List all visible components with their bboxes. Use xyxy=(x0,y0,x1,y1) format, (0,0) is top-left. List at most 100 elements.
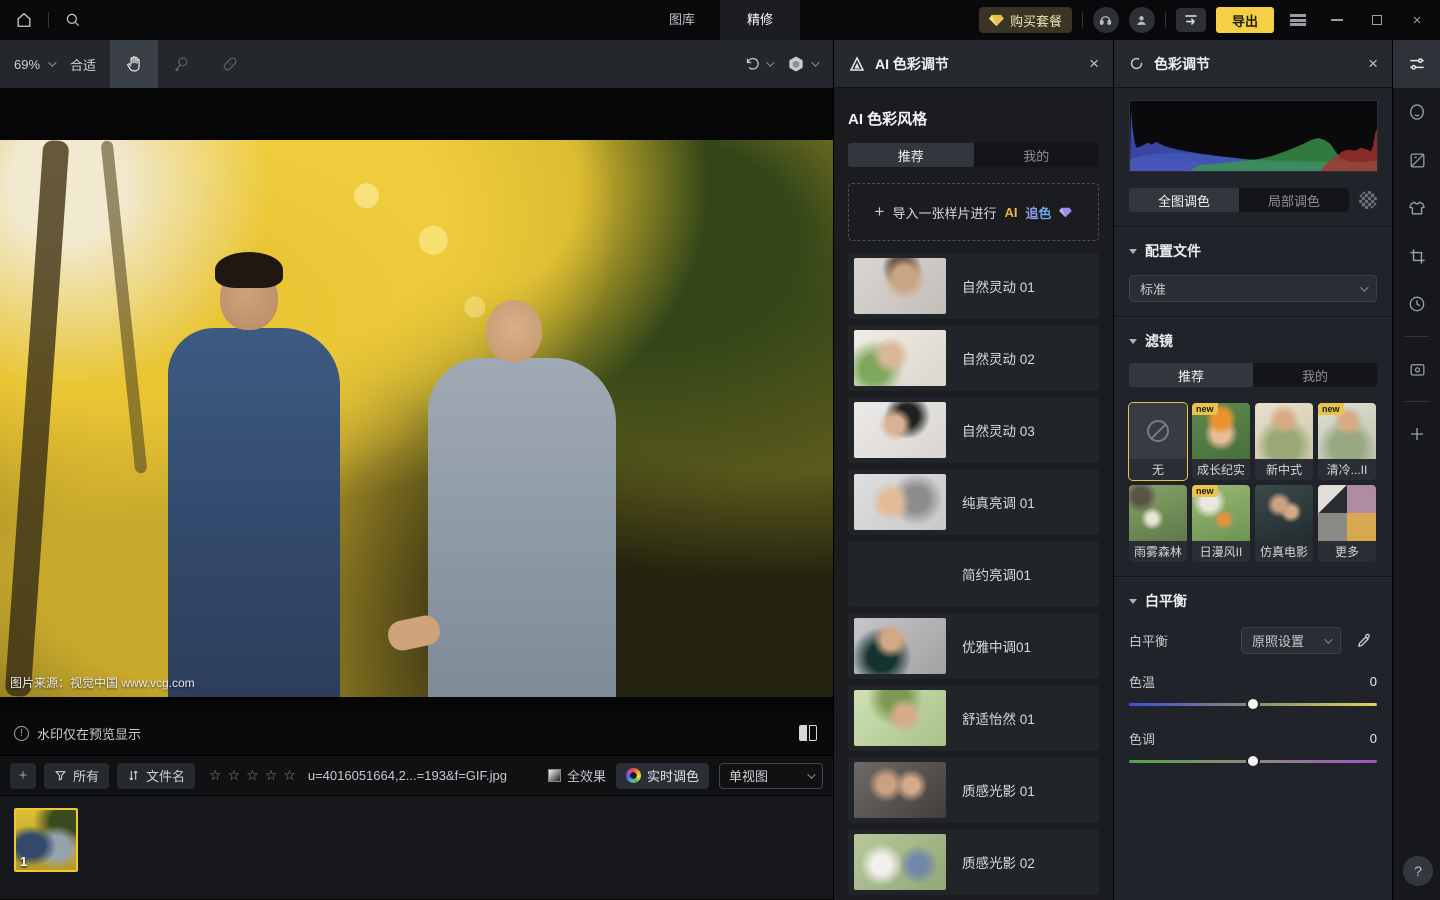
ai-panel-close-button[interactable]: × xyxy=(1089,54,1099,74)
close-button[interactable]: × xyxy=(1402,6,1432,34)
tab-filter-mine[interactable]: 我的 xyxy=(1253,363,1377,387)
filter-item-fangzhen-dianying[interactable]: 仿真电影 xyxy=(1255,485,1313,562)
filter-section: 滤镜 推荐 我的 无 new 成长纪实 xyxy=(1114,317,1392,576)
sidebar-crop-button[interactable] xyxy=(1393,232,1440,280)
temperature-slider[interactable] xyxy=(1129,697,1377,711)
filmstrip-thumbnail-selected[interactable]: 1 xyxy=(14,808,78,872)
star-icon[interactable]: ☆ xyxy=(265,767,278,784)
app-window: 图库 精修 购买套餐 导出 × xyxy=(0,0,1440,900)
profile-section-header[interactable]: 配置文件 xyxy=(1129,241,1377,261)
star-icon[interactable]: ☆ xyxy=(283,767,296,784)
tab-local-color[interactable]: 局部调色 xyxy=(1239,188,1349,212)
style-thumbnail xyxy=(854,834,946,890)
style-item-jianyue-liangdiao-01[interactable]: 简约亮调01 xyxy=(848,541,1099,607)
minimize-button[interactable] xyxy=(1322,6,1352,34)
sidebar-add-button[interactable] xyxy=(1393,410,1440,458)
tab-filter-recommended[interactable]: 推荐 xyxy=(1129,363,1253,387)
tab-global-color[interactable]: 全图调色 xyxy=(1129,188,1239,212)
style-item-chunzhen-liangdiao-01[interactable]: 纯真亮调 01 xyxy=(848,469,1099,535)
tab-edit[interactable]: 精修 xyxy=(720,0,800,40)
patch-tool-button[interactable] xyxy=(206,40,254,88)
style-item-ziran-lingdong-03[interactable]: 自然灵动 03 xyxy=(848,397,1099,463)
view-mode-select[interactable]: 单视图 xyxy=(719,763,823,789)
compare-left-icon xyxy=(799,725,807,741)
filter-all-label: 所有 xyxy=(73,766,99,785)
account-button[interactable] xyxy=(1129,7,1155,33)
sort-by-filename-button[interactable]: 文件名 xyxy=(117,763,195,789)
sidebar-divider xyxy=(1405,401,1429,402)
style-item-zhigan-guangying-01[interactable]: 质感光影 01 xyxy=(848,757,1099,823)
eyedropper-button[interactable] xyxy=(1351,628,1377,654)
filter-item-more[interactable]: 更多 xyxy=(1318,485,1376,562)
style-item-zhigan-guangying-02[interactable]: 质感光影 02 xyxy=(848,829,1099,895)
minimize-icon xyxy=(1331,19,1343,21)
tint-knob[interactable] xyxy=(1246,754,1260,768)
arrow-right-icon xyxy=(1183,13,1199,27)
temperature-knob[interactable] xyxy=(1246,697,1260,711)
menu-button[interactable] xyxy=(1284,6,1312,34)
sidebar-history-button[interactable] xyxy=(1393,280,1440,328)
full-effect-toggle[interactable]: 全效果 xyxy=(548,766,606,785)
white-balance-select[interactable]: 原照设置 xyxy=(1241,627,1341,654)
local-adjust-tool-button[interactable] xyxy=(158,40,206,88)
share-export-button[interactable] xyxy=(1176,8,1206,32)
filter-item-none[interactable]: 无 xyxy=(1129,403,1187,480)
style-item-shushi-yiran-01[interactable]: 舒适怡然 01 xyxy=(848,685,1099,751)
export-button[interactable]: 导出 xyxy=(1216,7,1274,33)
fit-button[interactable]: 合适 xyxy=(70,55,96,74)
headset-icon xyxy=(1098,13,1113,28)
filter-item-qingleng-ii[interactable]: new 清冷...II xyxy=(1318,403,1376,480)
home-button[interactable] xyxy=(10,6,38,34)
filter-item-yuwu-senlin[interactable]: 雨雾森林 xyxy=(1129,485,1187,562)
white-balance-section-header[interactable]: 白平衡 xyxy=(1129,591,1377,611)
full-effect-icon xyxy=(548,769,561,782)
sidebar-watermark-button[interactable] xyxy=(1393,345,1440,393)
style-item-ziran-lingdong-02[interactable]: 自然灵动 02 xyxy=(848,325,1099,391)
maximize-button[interactable] xyxy=(1362,6,1392,34)
color-panel-close-button[interactable]: × xyxy=(1368,54,1378,74)
photo-preview: 图片来源：视觉中国 www.vcg.com xyxy=(0,140,833,697)
style-item-youya-zhongdiao-01[interactable]: 优雅中调01 xyxy=(848,613,1099,679)
filter-all-button[interactable]: 所有 xyxy=(44,763,109,789)
tab-gallery[interactable]: 图库 xyxy=(652,0,712,40)
search-button[interactable] xyxy=(59,6,87,34)
style-item-ziran-lingdong-01[interactable]: 自然灵动 01 xyxy=(848,253,1099,319)
tab-recommended[interactable]: 推荐 xyxy=(848,143,974,167)
star-icon[interactable]: ☆ xyxy=(246,767,259,784)
sidebar-clothing-button[interactable] xyxy=(1393,184,1440,232)
preview-3d-button[interactable] xyxy=(786,54,817,74)
filter-section-header[interactable]: 滤镜 xyxy=(1129,331,1377,351)
canvas[interactable]: 图片来源：视觉中国 www.vcg.com ! 水印仅在预览显示 xyxy=(0,88,833,755)
support-button[interactable] xyxy=(1093,7,1119,33)
style-thumbnail xyxy=(854,762,946,818)
filter-thumbnail xyxy=(1318,485,1376,541)
zoom-level-value[interactable]: 69% xyxy=(14,57,40,72)
sidebar-adjustments-button[interactable] xyxy=(1393,40,1440,88)
filter-label: 仿真电影 xyxy=(1255,541,1313,562)
realtime-color-toggle[interactable]: 实时调色 xyxy=(616,763,709,789)
sidebar-portrait-button[interactable] xyxy=(1393,88,1440,136)
titlebar-divider xyxy=(48,12,49,28)
add-photo-button[interactable]: + xyxy=(10,763,36,789)
undo-button[interactable] xyxy=(743,55,772,73)
sphere-preview-icon[interactable] xyxy=(1359,191,1377,209)
filter-item-rimanfeng-ii[interactable]: new 日漫风II xyxy=(1192,485,1250,562)
color-panel-header: 色彩调节 × xyxy=(1114,40,1392,88)
compare-view-button[interactable] xyxy=(799,725,819,741)
star-icon[interactable]: ☆ xyxy=(228,767,241,784)
import-sample-button[interactable]: + 导入一张样片进行AI追色 xyxy=(848,183,1099,241)
filter-item-chengzhang-jishi[interactable]: new 成长纪实 xyxy=(1192,403,1250,480)
style-thumbnail xyxy=(854,258,946,314)
cube-icon xyxy=(786,54,806,74)
filter-item-xinzhongshi[interactable]: 新中式 xyxy=(1255,403,1313,480)
hand-tool-button[interactable] xyxy=(110,40,158,88)
profile-select[interactable]: 标准 xyxy=(1129,275,1377,302)
help-button[interactable]: ? xyxy=(1403,856,1433,886)
tab-mine[interactable]: 我的 xyxy=(974,143,1100,167)
sidebar-exposure-button[interactable] xyxy=(1393,136,1440,184)
star-icon[interactable]: ☆ xyxy=(209,767,222,784)
sort-label: 文件名 xyxy=(146,766,185,785)
tint-slider[interactable] xyxy=(1129,754,1377,768)
rating-stars[interactable]: ☆ ☆ ☆ ☆ ☆ xyxy=(209,767,296,784)
purchase-plan-button[interactable]: 购买套餐 xyxy=(979,7,1072,33)
